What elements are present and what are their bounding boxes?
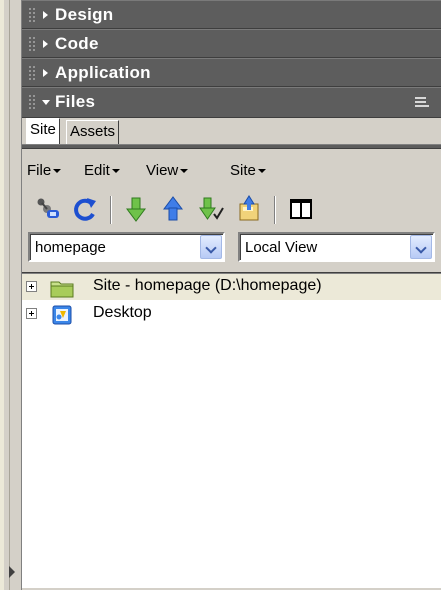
- desktop-icon: [52, 305, 72, 325]
- collapse-arrow-icon: [42, 100, 50, 105]
- expand-plus-icon[interactable]: [26, 308, 37, 319]
- tab-divider: [22, 144, 441, 145]
- menu-label: File: [27, 162, 52, 179]
- caret-down-icon: [180, 169, 189, 174]
- tree-row-label: Site - homepage (D:\homepage): [93, 277, 322, 294]
- caret-down-icon: [53, 169, 62, 174]
- panel-group-code[interactable]: Code: [22, 29, 441, 58]
- menu-label: Site: [230, 162, 256, 179]
- tab-site[interactable]: Site: [26, 118, 60, 144]
- put-icon: [163, 196, 183, 221]
- put-button[interactable]: [158, 194, 188, 224]
- files-tab-strip: Site Assets: [22, 118, 441, 144]
- grip-icon[interactable]: [28, 7, 36, 24]
- panel-group-title: Code: [55, 34, 99, 53]
- splitter-line: [9, 0, 10, 590]
- expand-arrow-icon: [43, 40, 48, 48]
- tree-row-site[interactable]: Site - homepage (D:\homepage): [22, 274, 441, 300]
- tab-assets[interactable]: Assets: [66, 120, 120, 144]
- caret-down-icon: [257, 169, 266, 174]
- view-select[interactable]: Local View: [238, 232, 435, 262]
- expand-arrow-icon: [43, 11, 48, 19]
- files-menu-bar: File Edit View Site: [22, 160, 441, 184]
- panel-group-files-header[interactable]: Files: [22, 87, 441, 118]
- files-toolbar: [22, 194, 441, 226]
- expand-plus-icon[interactable]: [26, 281, 37, 292]
- tree-row-label: Desktop: [93, 304, 152, 321]
- dock-splitter[interactable]: [0, 0, 22, 590]
- get-icon: [126, 197, 146, 222]
- dropdown-arrow-icon[interactable]: [200, 235, 222, 259]
- folder-icon: [50, 281, 74, 298]
- dreamweaver-panel-dock: Design Code Application Files Site Asset…: [0, 0, 441, 590]
- panel-group-application[interactable]: Application: [22, 58, 441, 87]
- splitter-shade: [0, 0, 4, 590]
- panel-group-title: Application: [55, 63, 151, 82]
- menu-file[interactable]: File: [27, 162, 62, 179]
- get-button[interactable]: [121, 194, 151, 224]
- refresh-icon: [74, 198, 96, 221]
- check-in-button[interactable]: [234, 194, 264, 224]
- panel-group-design[interactable]: Design: [22, 0, 441, 29]
- panel-column: Design Code Application Files Site Asset…: [22, 0, 441, 590]
- check-in-icon: [239, 195, 259, 221]
- panel-options-menu-icon[interactable]: [415, 96, 433, 110]
- connect-icon: [37, 198, 59, 218]
- menu-site[interactable]: Site: [230, 162, 266, 179]
- menu-label: Edit: [84, 162, 110, 179]
- caret-down-icon: [111, 169, 120, 174]
- dropdown-arrow-icon[interactable]: [410, 235, 432, 259]
- connect-button[interactable]: [32, 194, 62, 224]
- toolbar-separator: [110, 196, 112, 224]
- site-select-value: homepage: [35, 239, 106, 256]
- grip-icon[interactable]: [28, 94, 36, 111]
- check-out-button[interactable]: [196, 194, 226, 224]
- collapse-arrow-icon[interactable]: [9, 566, 15, 578]
- view-select-value: Local View: [245, 239, 318, 256]
- expand-button[interactable]: [286, 194, 316, 224]
- site-select[interactable]: homepage: [28, 232, 225, 262]
- toolbar-separator: [274, 196, 276, 224]
- expand-icon: [290, 199, 312, 219]
- menu-label: View: [146, 162, 179, 179]
- menu-view[interactable]: View: [146, 162, 189, 179]
- panel-group-title: Files: [55, 92, 96, 111]
- file-tree: Site - homepage (D:\homepage) Desktop: [22, 273, 441, 588]
- menu-edit[interactable]: Edit: [84, 162, 120, 179]
- grip-icon[interactable]: [28, 65, 36, 82]
- panel-group-title: Design: [55, 5, 114, 24]
- check-out-icon: [199, 197, 224, 220]
- refresh-button[interactable]: [70, 194, 100, 224]
- expand-arrow-icon: [43, 69, 48, 77]
- grip-icon[interactable]: [28, 36, 36, 53]
- tree-row-desktop[interactable]: Desktop: [22, 301, 441, 327]
